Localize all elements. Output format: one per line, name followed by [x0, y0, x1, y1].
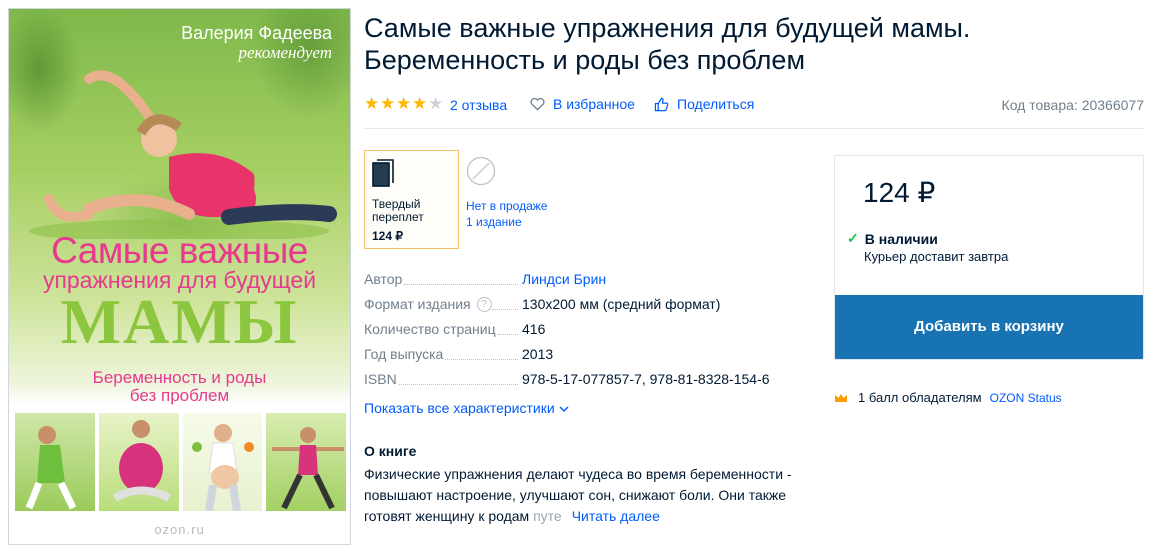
- format-label-line2: переплет: [372, 210, 424, 224]
- spec-dots: [497, 324, 518, 335]
- star-empty-icon: ★: [428, 94, 444, 113]
- check-icon: ✓: [847, 230, 859, 246]
- star-icon: ★: [412, 94, 428, 113]
- cover-woman-illustration: [29, 70, 337, 239]
- spec-row-format: Формат издания? 130x200 мм (средний форм…: [364, 296, 804, 321]
- spec-value: 2013: [522, 346, 554, 362]
- spec-value: 130x200 мм (средний формат): [522, 296, 721, 312]
- cover-title-line1: Самые важные: [51, 230, 308, 271]
- crown-icon: [835, 393, 847, 402]
- cover-photo-1: [15, 413, 95, 511]
- format-editions-count: 1 издание: [466, 215, 522, 229]
- cover-title-line3: МАМЫ: [60, 286, 299, 357]
- spec-key: Формат издания?: [364, 296, 522, 312]
- spec-dots: [398, 374, 518, 385]
- format-unavailable-label: Нет в продаже: [466, 199, 548, 213]
- cover-subtitle-line2: без проблем: [129, 386, 230, 405]
- star-icon: ★: [364, 94, 380, 113]
- cover-photo-3: [182, 413, 263, 511]
- book-cover-image[interactable]: Валерия Фадеева рекомендует Самые важные…: [8, 8, 351, 545]
- heart-icon: [530, 97, 545, 111]
- read-more-link[interactable]: Читать далее: [572, 508, 660, 524]
- product-sku: Код товара: 20366077: [1001, 97, 1144, 113]
- bonus-label: 1 балл обладателям: [858, 390, 982, 405]
- spec-key-label: Автор: [364, 271, 405, 287]
- spec-dots: [491, 299, 518, 310]
- help-icon[interactable]: ?: [476, 296, 492, 312]
- chevron-down-icon: [559, 406, 569, 412]
- ozon-status-link[interactable]: OZON Status: [990, 391, 1062, 405]
- buy-box: 124 ₽ ✓ В наличии Курьер доставит завтра…: [834, 155, 1144, 360]
- about-text-line1: Физические упражнения делают чудеса во в…: [364, 466, 792, 482]
- spec-key-label: Год выпуска: [364, 346, 446, 362]
- about-text-line2: повышают настроение, улучшают сон, снижа…: [364, 487, 787, 503]
- product-title-line1: Самые важные упражнения для будущей мамы…: [364, 13, 971, 43]
- spec-value: 416: [522, 321, 546, 337]
- about-text-line3: готовят женщину к родам путе Читать далее: [364, 506, 804, 527]
- about-text: Физические упражнения делают чудеса во в…: [364, 464, 804, 527]
- show-all-specs-link[interactable]: Показать все характеристики: [364, 400, 569, 416]
- author-link[interactable]: Линдси Брин: [522, 271, 606, 287]
- add-to-favorites-link[interactable]: В избранное: [530, 96, 635, 112]
- cover-subtitle: Беременность и роды без проблем: [9, 369, 350, 405]
- format-option-unavailable[interactable]: Нет в продаже 1 издание: [466, 156, 576, 230]
- spec-key: Год выпуска: [364, 346, 522, 362]
- spec-row-isbn: ISBN 978-5-17-077857-7, 978-81-8328-154-…: [364, 371, 804, 396]
- cover-subtitle-line1: Беременность и роды: [92, 368, 267, 387]
- spec-row-pages: Количество страниц 416: [364, 321, 804, 346]
- format-price: 124 ₽: [372, 229, 403, 243]
- delivery-info: Курьер доставит завтра: [864, 249, 1009, 264]
- add-to-cart-button[interactable]: Добавить в корзину: [835, 295, 1143, 359]
- about-text-fade: путе: [533, 508, 562, 524]
- price: 124 ₽: [863, 177, 936, 208]
- cover-photo-2: [98, 413, 179, 511]
- spec-key: Автор: [364, 271, 522, 287]
- spec-dots: [404, 274, 518, 285]
- rating-stars[interactable]: ★ ★ ★ ★ ★: [364, 94, 444, 113]
- stock-label: В наличии: [864, 230, 938, 247]
- about-heading: О книге: [364, 443, 417, 459]
- format-label: Твердый переплет: [372, 198, 451, 224]
- star-icon: ★: [380, 94, 396, 113]
- product-title-line2: Беременность и роды без проблем: [364, 45, 806, 75]
- spec-key-label: Количество страниц: [364, 321, 498, 337]
- spec-key-label: Формат издания: [364, 296, 473, 312]
- spec-row-author: Автор Линдси Брин: [364, 271, 804, 296]
- stock-status: ✓ В наличии: [847, 230, 938, 247]
- not-available-icon: [466, 156, 496, 186]
- spec-key: ISBN: [364, 371, 522, 387]
- spec-dots: [445, 349, 518, 360]
- spec-key: Количество страниц: [364, 321, 522, 337]
- cover-photo-4: [266, 413, 346, 511]
- share-label: Поделиться: [677, 96, 755, 112]
- cover-author-name: Валерия Фадеева: [181, 23, 332, 43]
- bonus-info: 1 балл обладателям OZON Status: [834, 390, 1062, 405]
- spec-value: 978-5-17-077857-7, 978-81-8328-154-6: [522, 371, 770, 387]
- about-text-visible: готовят женщину к родам: [364, 508, 530, 524]
- specs-list: Автор Линдси Брин Формат издания? 130x20…: [364, 271, 804, 396]
- show-all-label: Показать все характеристики: [364, 400, 555, 416]
- cover-watermark: ozon.ru: [154, 522, 205, 537]
- product-meta-row: ★ ★ ★ ★ ★ 2 отзыва В избранное Поделитьс…: [364, 94, 1144, 114]
- spec-key-label: ISBN: [364, 371, 399, 387]
- cover-photo-strip: [15, 413, 346, 511]
- favorites-label: В избранное: [553, 96, 635, 112]
- star-icon: ★: [396, 94, 412, 113]
- format-option-hardcover[interactable]: Твердый переплет 124 ₽: [364, 150, 459, 249]
- share-link[interactable]: Поделиться: [654, 96, 754, 112]
- product-title: Самые важные упражнения для будущей мамы…: [364, 12, 1144, 76]
- divider: [364, 128, 1144, 129]
- reviews-link[interactable]: 2 отзыва: [450, 97, 507, 113]
- book-icon: [372, 159, 394, 187]
- spec-row-year: Год выпуска 2013: [364, 346, 804, 371]
- thumbs-up-icon: [654, 97, 669, 111]
